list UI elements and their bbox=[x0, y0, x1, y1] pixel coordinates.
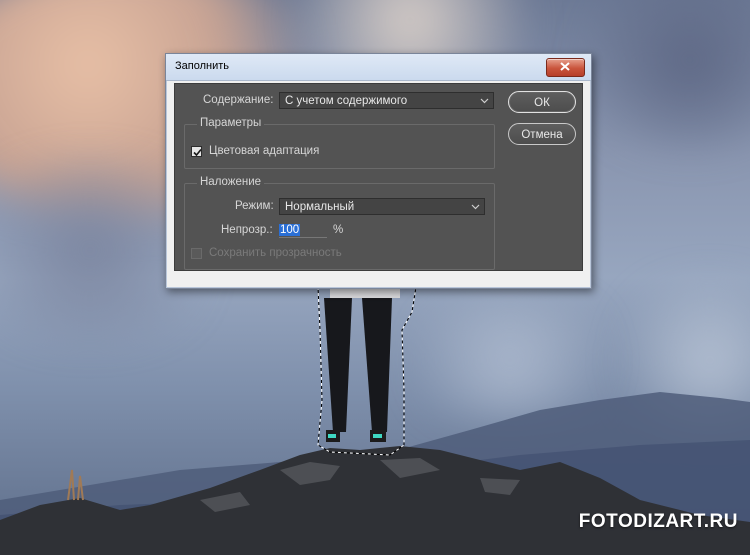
chevron-down-icon bbox=[471, 204, 480, 210]
mode-value: Нормальный bbox=[285, 201, 355, 213]
dialog-body: Содержание: С учетом содержимого ОК Отме… bbox=[174, 83, 583, 271]
opacity-value: 100 bbox=[279, 224, 301, 236]
close-icon bbox=[560, 62, 570, 71]
contents-value: С учетом содержимого bbox=[285, 95, 408, 107]
watermark: FOTODIZART.RU bbox=[578, 511, 738, 532]
opacity-label: Непрозр.: bbox=[221, 224, 273, 236]
dialog-title: Заполнить bbox=[175, 60, 230, 72]
mode-label: Режим: bbox=[235, 200, 274, 212]
blending-group-title: Наложение bbox=[197, 176, 265, 188]
contents-label: Содержание: bbox=[203, 94, 274, 106]
preserve-transparency-label: Сохранить прозрачность bbox=[209, 247, 342, 259]
options-group-title: Параметры bbox=[197, 117, 265, 129]
preserve-transparency-checkbox[interactable] bbox=[191, 248, 202, 259]
close-button[interactable] bbox=[546, 58, 585, 77]
chevron-down-icon bbox=[480, 98, 489, 104]
color-adaptation-checkbox[interactable] bbox=[191, 146, 202, 157]
dialog-titlebar[interactable]: Заполнить bbox=[166, 54, 591, 81]
fill-dialog: Заполнить Содержание: С учетом содержимо… bbox=[165, 53, 592, 289]
person-legs bbox=[324, 288, 400, 442]
color-adaptation-label: Цветовая адаптация bbox=[209, 145, 320, 157]
checkmark-icon bbox=[193, 148, 202, 157]
opacity-input[interactable]: 100 bbox=[279, 223, 327, 238]
contents-select[interactable]: С учетом содержимого bbox=[279, 92, 494, 109]
mode-select[interactable]: Нормальный bbox=[279, 198, 485, 215]
opacity-unit: % bbox=[333, 224, 344, 236]
cancel-button[interactable]: Отмена bbox=[508, 123, 576, 145]
ok-button[interactable]: ОК bbox=[508, 91, 576, 113]
